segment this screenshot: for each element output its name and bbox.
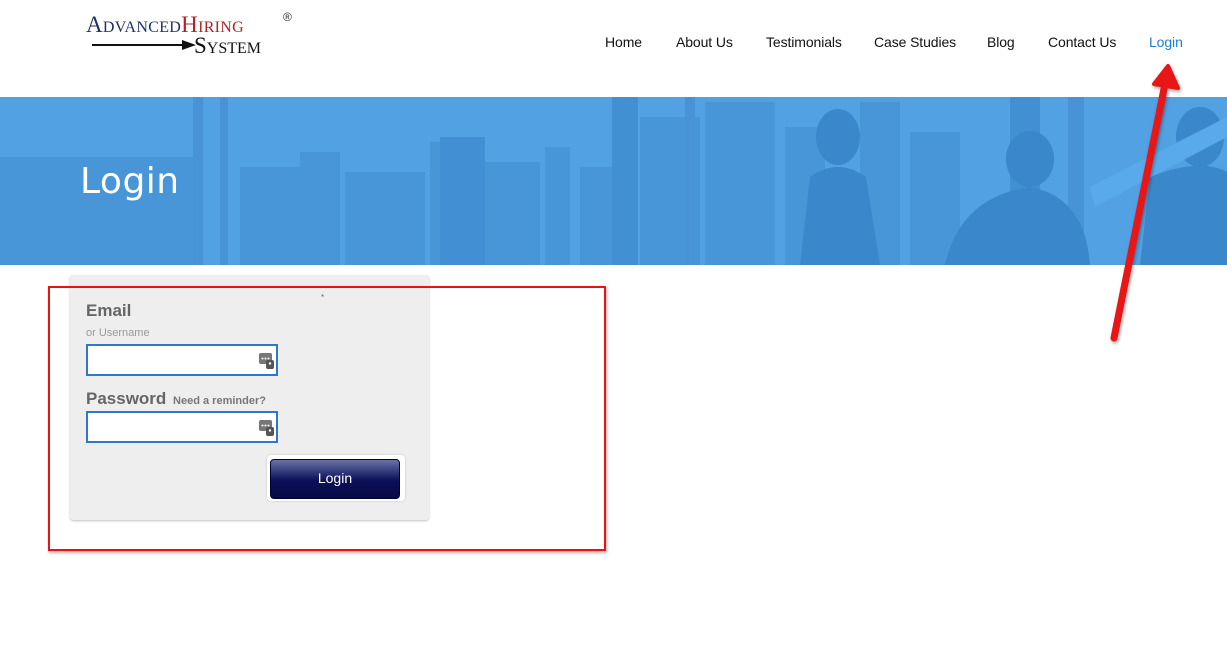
- nav-about-us[interactable]: About Us: [676, 34, 733, 50]
- nav-contact-us[interactable]: Contact Us: [1048, 34, 1116, 50]
- city-skyline-backdrop: [0, 97, 1227, 265]
- nav-case-studies[interactable]: Case Studies: [874, 34, 956, 50]
- annotation-highlight-box: [48, 286, 606, 551]
- nav-testimonials[interactable]: Testimonials: [766, 34, 842, 50]
- page-title: Login: [80, 161, 180, 202]
- nav-blog[interactable]: Blog: [987, 34, 1015, 50]
- nav-home[interactable]: Home: [605, 34, 642, 50]
- registered-mark: ®: [283, 10, 292, 24]
- site-header: AdvancedHiring ® System Home About Us Te…: [0, 0, 1227, 97]
- nav-login[interactable]: Login: [1149, 34, 1183, 50]
- page-banner: Login: [0, 97, 1227, 265]
- main-navigation: Home About Us Testimonials Case Studies …: [0, 34, 1227, 54]
